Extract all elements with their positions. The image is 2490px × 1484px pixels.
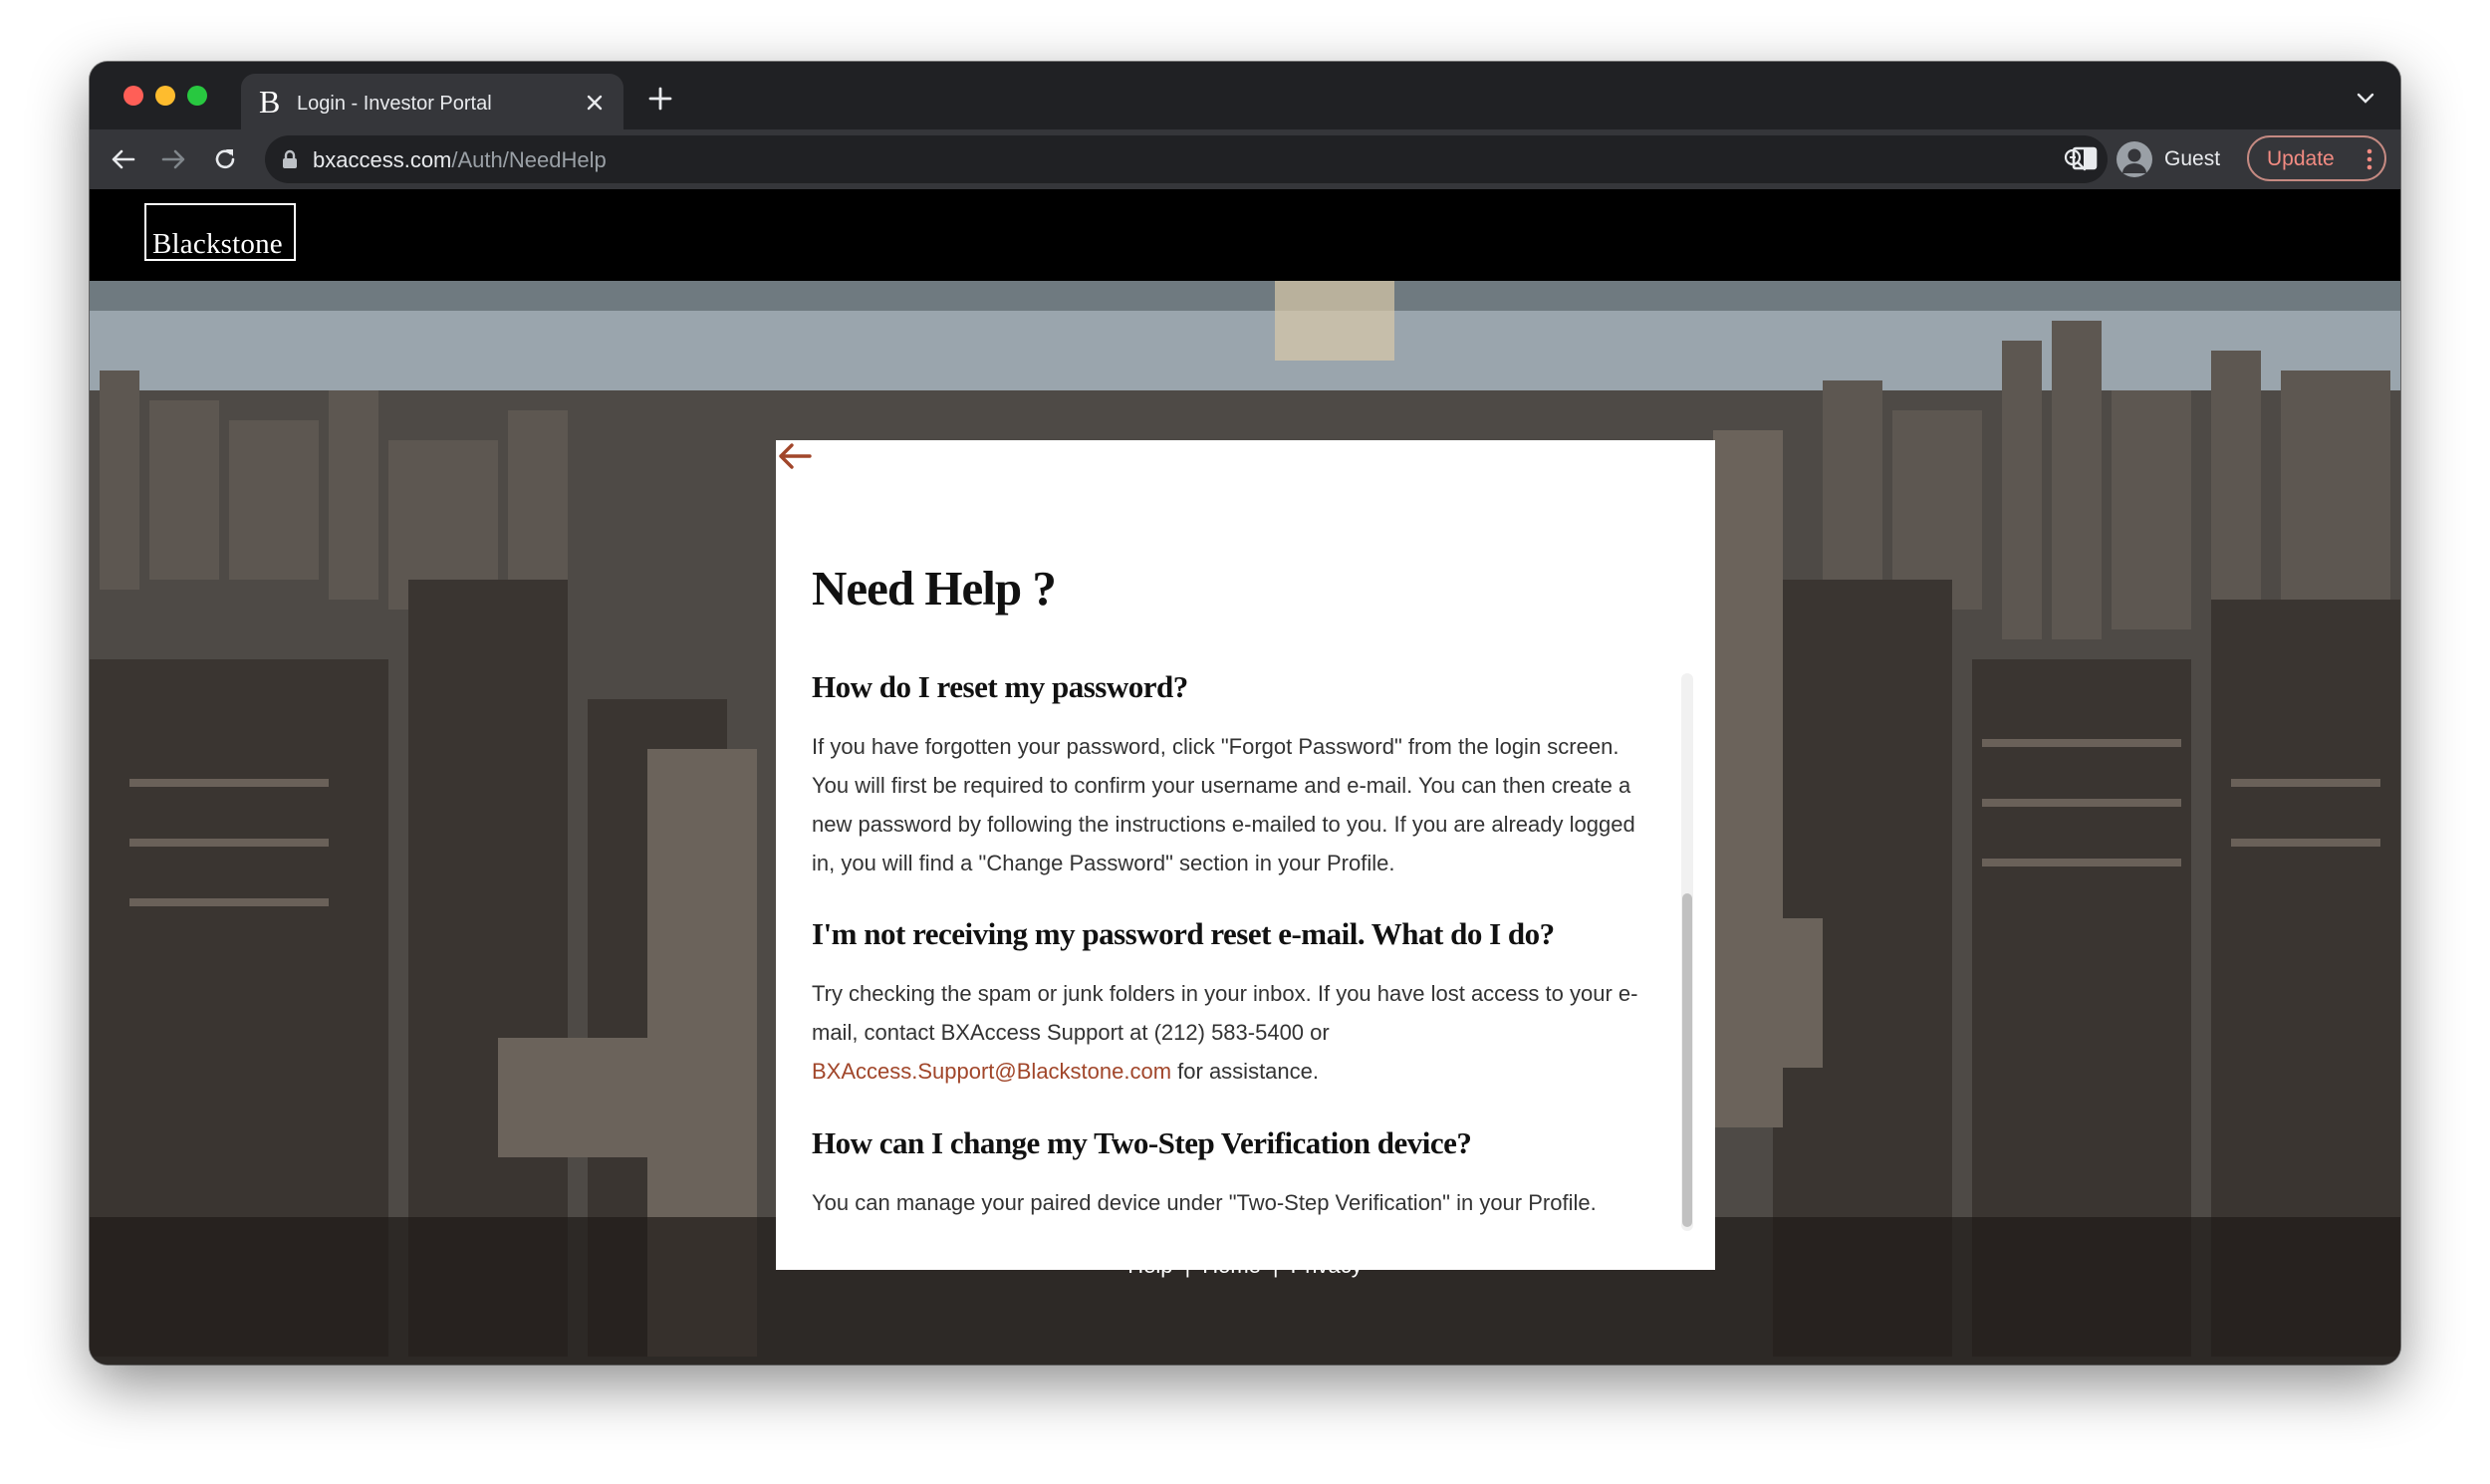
faq-question: How do I reset my password?: [812, 669, 1188, 704]
close-window-button[interactable]: [124, 86, 143, 106]
footer-link-privacy[interactable]: Privacy: [1291, 1253, 1363, 1278]
page-title: Need Help ?: [812, 561, 1057, 616]
footer-link-help[interactable]: Help: [1127, 1253, 1172, 1278]
reload-icon[interactable]: [211, 145, 239, 173]
tab-login-investor-portal[interactable]: B Login - Investor Portal: [241, 74, 623, 131]
logo-text: Blackstone: [152, 228, 283, 260]
faq-item-reset-email: I'm not receiving my password reset e-ma…: [812, 916, 1658, 1091]
new-tab-icon[interactable]: [647, 86, 673, 112]
tab-title: Login - Investor Portal: [297, 93, 492, 115]
favicon-icon: B: [259, 84, 281, 120]
side-panel-icon[interactable]: [2070, 143, 2100, 173]
blackstone-logo[interactable]: Blackstone: [144, 203, 296, 261]
back-icon[interactable]: [110, 145, 137, 173]
faq-question: I'm not receiving my password reset e-ma…: [812, 916, 1555, 951]
update-button[interactable]: Update: [2247, 135, 2386, 181]
close-tab-icon[interactable]: [584, 92, 606, 114]
browser-toolbar: bxaccess.com/Auth/NeedHelp Guest Update: [90, 129, 2400, 189]
faq-answer: You can manage your paired device under …: [812, 1190, 1597, 1215]
forward-icon[interactable]: [159, 145, 187, 173]
tab-search-chevron-icon[interactable]: [2355, 90, 2376, 108]
support-email-link[interactable]: BXAccess.Support@Blackstone.com: [812, 1059, 1171, 1084]
lock-icon[interactable]: [281, 149, 299, 169]
browser-window: B Login - Investor Portal bxaccess.com/A…: [90, 62, 2400, 1364]
more-menu-icon[interactable]: [2366, 147, 2372, 171]
minimize-window-button[interactable]: [155, 86, 175, 106]
address-bar[interactable]: bxaccess.com/Auth/NeedHelp: [265, 135, 2108, 183]
update-label: Update: [2267, 147, 2335, 170]
faq-answer: Try checking the spam or junk folders in…: [812, 981, 1638, 1084]
maximize-window-button[interactable]: [187, 86, 207, 106]
footer-separator: |: [1184, 1253, 1191, 1278]
footer-links: Help | Home | Privacy: [90, 1253, 2400, 1279]
city-background-image: Need Help ? How do I reset my password? …: [90, 281, 2400, 1364]
tab-strip: B Login - Investor Portal: [90, 62, 2400, 131]
profile-label[interactable]: Guest: [2164, 147, 2220, 171]
back-arrow-icon[interactable]: [776, 440, 814, 472]
faq-item-two-step: How can I change my Two-Step Verificatio…: [812, 1125, 1658, 1222]
page-viewport: Blackstone Need Help ? How do I reset my…: [90, 189, 2400, 1364]
faq-question: How can I change my Two-Step Verificatio…: [812, 1125, 1472, 1160]
footer-separator: |: [1272, 1253, 1279, 1278]
scrollbar-thumb[interactable]: [1682, 893, 1692, 1227]
faq-answer: If you have forgotten your password, cli…: [812, 734, 1635, 875]
url-text: bxaccess.com/Auth/NeedHelp: [313, 147, 607, 172]
footer-link-home[interactable]: Home: [1202, 1253, 1261, 1278]
help-card: Need Help ? How do I reset my password? …: [776, 440, 1715, 1270]
faq-item-reset-password: How do I reset my password? If you have …: [812, 669, 1658, 882]
profile-avatar-icon[interactable]: [2116, 141, 2152, 177]
site-header: Blackstone: [90, 189, 2400, 281]
